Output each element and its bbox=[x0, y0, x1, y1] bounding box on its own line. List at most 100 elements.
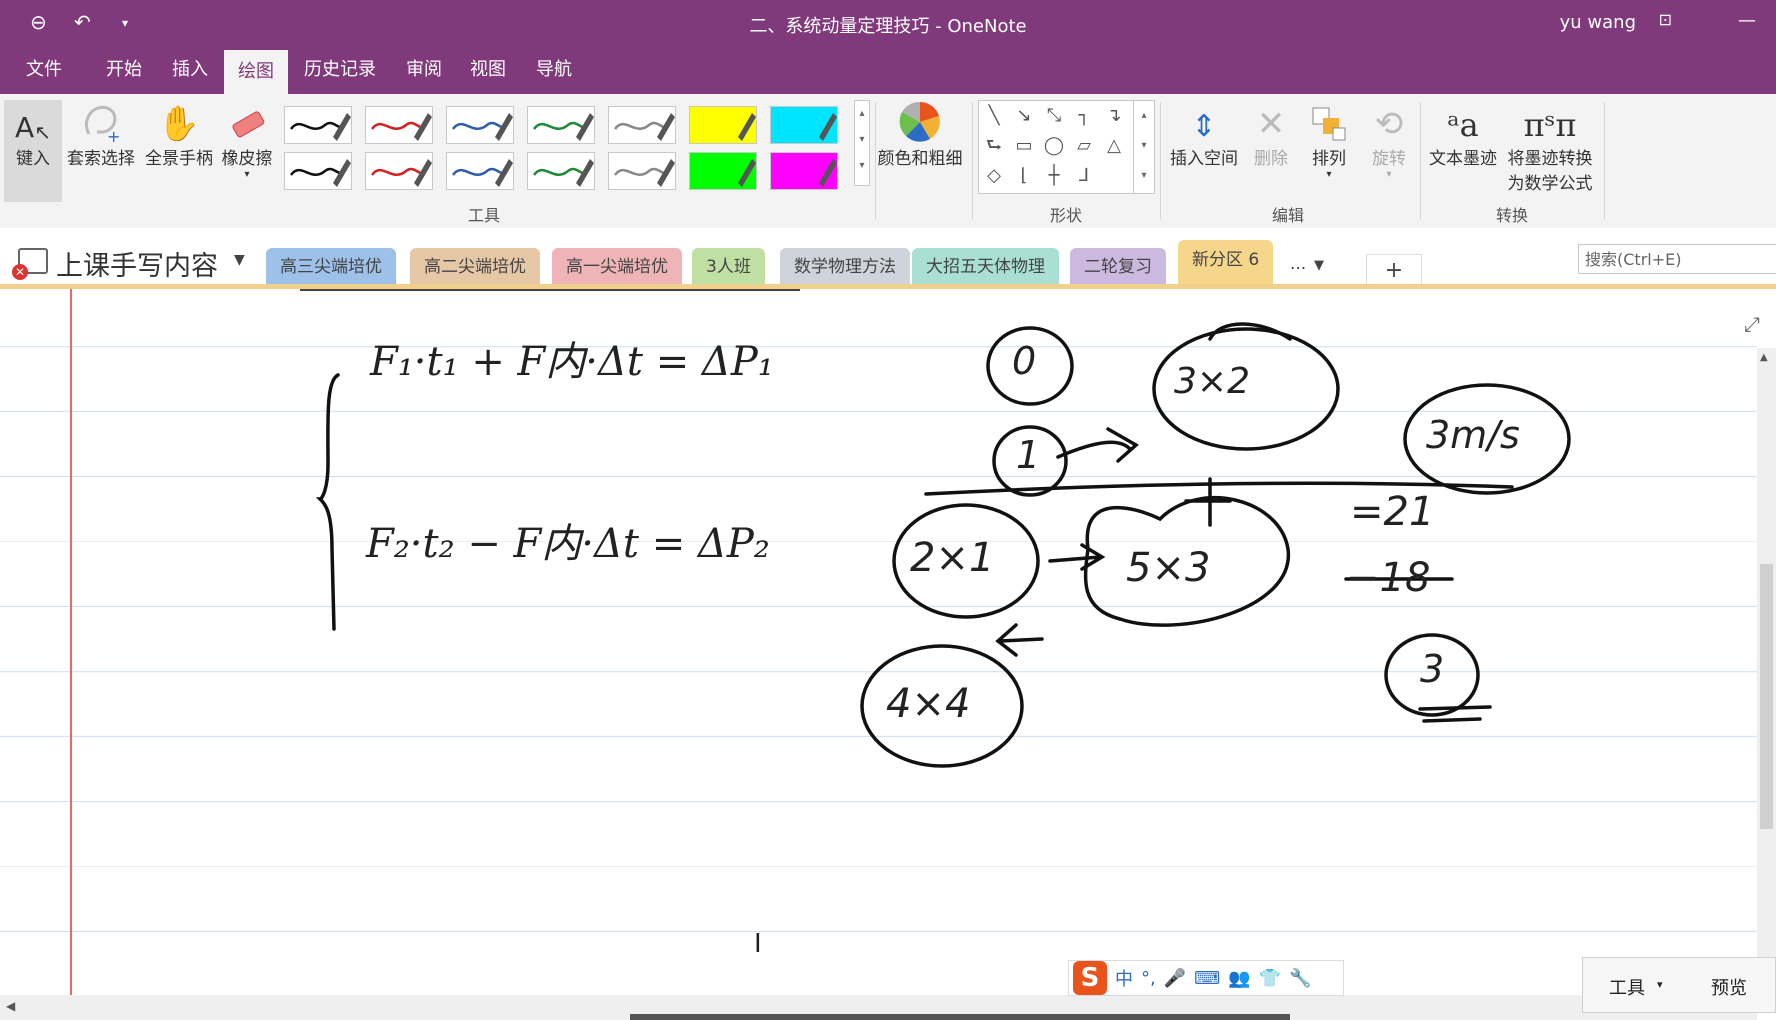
punctuation-icon[interactable]: °, bbox=[1141, 968, 1156, 989]
menu-insert[interactable]: 插入 bbox=[158, 46, 222, 94]
more-sections-button[interactable]: ... bbox=[1290, 254, 1306, 274]
axis-cross-shape-icon[interactable]: ┼ bbox=[1041, 163, 1067, 189]
lasso-select-button[interactable]: + 套索选择 bbox=[64, 100, 138, 169]
scroll-up-icon[interactable]: ▲ bbox=[1760, 352, 1768, 363]
arrow-shape-icon[interactable]: ↘ bbox=[1011, 103, 1037, 129]
color-thickness-button[interactable]: 颜色和粗细 bbox=[874, 100, 966, 169]
menu-history[interactable]: 历史记录 bbox=[290, 46, 390, 94]
type-button[interactable]: A ↖ 键入 bbox=[4, 100, 62, 202]
elbow-double-arrow-shape-icon[interactable]: ⮑ bbox=[981, 133, 1007, 159]
notebook-name[interactable]: 上课手写内容 bbox=[56, 244, 218, 283]
menu-file[interactable]: 文件 bbox=[12, 46, 76, 94]
ribbon: A ↖ 键入 + 套索选择 ✋ 全景手柄 橡皮擦 ▾ ▴ ▾ ▾ 工具 颜色和粗… bbox=[0, 94, 1776, 229]
axis-3d-shape-icon[interactable]: ⅃ bbox=[1071, 163, 1097, 189]
parallelogram-shape-icon[interactable]: ▱ bbox=[1071, 133, 1097, 159]
menu-view[interactable]: 视图 bbox=[456, 46, 520, 94]
pen-swatch[interactable] bbox=[689, 152, 757, 190]
user-name[interactable]: yu wang bbox=[1560, 12, 1636, 33]
shapes-gallery: ╲ ↘ ⤡ ┐ ↴ ⮑ ▭ ◯ ▱ △ ◇ ⌊ ┼ ⅃ ▴ ▾ ▾ bbox=[978, 100, 1155, 194]
ink-to-text-icon: ᵃa bbox=[1447, 106, 1479, 144]
elbow-shape-icon[interactable]: ┐ bbox=[1071, 103, 1097, 129]
scroll-left-icon[interactable]: ◀ bbox=[6, 999, 15, 1013]
ribbon-display-icon[interactable]: ⊡ bbox=[1659, 10, 1672, 29]
pen-swatch[interactable] bbox=[365, 106, 433, 144]
note-page[interactable]: F₁·t₁ + F内·Δt = ΔP₁ F₂·t₂ − F内·Δt = ΔP₂ … bbox=[0, 289, 1757, 995]
delete-label: 删除 bbox=[1254, 149, 1288, 169]
pen-swatch[interactable] bbox=[284, 152, 352, 190]
section-tab[interactable]: 新分区 6 bbox=[1178, 240, 1274, 286]
eraser-dropdown-icon[interactable]: ▾ bbox=[218, 169, 276, 180]
delete-x-icon: ✕ bbox=[1256, 104, 1286, 144]
pen-swatch[interactable] bbox=[527, 106, 595, 144]
eraser-button[interactable]: 橡皮擦 ▾ bbox=[218, 100, 276, 180]
section-tab[interactable]: 高三尖端培优 bbox=[266, 248, 396, 286]
menu-draw[interactable]: 绘图 bbox=[224, 50, 288, 94]
section-tab[interactable]: 二轮复习 bbox=[1070, 248, 1166, 286]
tools-dropdown-icon[interactable]: ▾ bbox=[1657, 978, 1663, 991]
menu-review[interactable]: 审阅 bbox=[392, 46, 456, 94]
tools-button[interactable]: 工具 bbox=[1609, 974, 1645, 1000]
pen-swatch[interactable] bbox=[770, 106, 838, 144]
notebook-dropdown-icon[interactable]: ▼ bbox=[234, 252, 245, 268]
pen-swatch[interactable] bbox=[284, 106, 352, 144]
horizontal-scroll-thumb[interactable] bbox=[630, 1014, 1290, 1020]
pen-swatch[interactable] bbox=[608, 152, 676, 190]
menu-home[interactable]: 开始 bbox=[92, 46, 156, 94]
vertical-scrollbar[interactable]: ▲ bbox=[1757, 348, 1776, 995]
insert-space-button[interactable]: ⇕ 插入空间 bbox=[1164, 100, 1244, 169]
section-tab[interactable]: 数学物理方法 bbox=[780, 248, 910, 286]
rectangle-shape-icon[interactable]: ▭ bbox=[1011, 133, 1037, 159]
ink-to-math-icon: πˢπ bbox=[1523, 106, 1577, 144]
type-cursor-icon: A ↖ bbox=[15, 111, 51, 144]
equation-brace bbox=[315, 373, 340, 631]
menu-navigate[interactable]: 导航 bbox=[522, 46, 586, 94]
pan-hand-button[interactable]: ✋ 全景手柄 bbox=[142, 100, 216, 169]
skin-icon[interactable]: 👕 bbox=[1259, 968, 1281, 989]
triangle-shape-icon[interactable]: △ bbox=[1101, 133, 1127, 159]
pen-swatch[interactable] bbox=[527, 152, 595, 190]
ellipse-shape-icon[interactable]: ◯ bbox=[1041, 133, 1067, 159]
delete-button[interactable]: ✕ 删除 bbox=[1248, 100, 1294, 169]
ink-3x2: 3×2 bbox=[1174, 361, 1250, 402]
diamond-shape-icon[interactable]: ◇ bbox=[981, 163, 1007, 189]
ime-mode-toggle[interactable]: 中 bbox=[1115, 965, 1133, 991]
settings-wrench-icon[interactable]: 🔧 bbox=[1289, 968, 1311, 989]
expand-page-icon[interactable]: ⤢ bbox=[1744, 312, 1760, 336]
ink-3ms: 3m/s bbox=[1426, 413, 1520, 457]
pen-swatch[interactable] bbox=[689, 106, 757, 144]
pen-swatch[interactable] bbox=[446, 152, 514, 190]
vertical-scroll-thumb[interactable] bbox=[1760, 564, 1773, 829]
minimize-icon[interactable]: — bbox=[1738, 10, 1756, 31]
user-center-icon[interactable]: 👥 bbox=[1228, 968, 1250, 989]
preview-button[interactable]: 预览 bbox=[1711, 974, 1747, 1000]
shapes-group-label: 形状 bbox=[1050, 206, 1083, 225]
section-tab[interactable]: 高一尖端培优 bbox=[552, 248, 682, 286]
ink-to-math-button[interactable]: πˢπ 将墨迹转换 为数学公式 bbox=[1502, 100, 1598, 194]
more-sections-dropdown-icon[interactable]: ▼ bbox=[1314, 258, 1324, 273]
separator bbox=[972, 102, 973, 220]
rotate-button[interactable]: ⟲ 旋转 ▾ bbox=[1364, 100, 1414, 180]
sogou-logo-icon[interactable]: S bbox=[1073, 961, 1107, 995]
section-tab[interactable]: 高二尖端培优 bbox=[410, 248, 540, 286]
rotate-dropdown-icon[interactable]: ▾ bbox=[1364, 169, 1414, 180]
pen-swatch[interactable] bbox=[770, 152, 838, 190]
arrange-dropdown-icon[interactable]: ▾ bbox=[1304, 169, 1354, 180]
keyboard-icon[interactable]: ⌨ bbox=[1194, 968, 1220, 989]
horizontal-scrollbar[interactable]: ◀ bbox=[0, 995, 1757, 1020]
section-tab[interactable]: 大招五天体物理 bbox=[912, 248, 1059, 286]
pen-swatch[interactable] bbox=[446, 106, 514, 144]
search-input[interactable]: 搜索(Ctrl+E) bbox=[1578, 244, 1776, 274]
pen-gallery-scroll[interactable]: ▴ ▾ ▾ bbox=[854, 100, 870, 186]
pen-swatch[interactable] bbox=[608, 106, 676, 144]
microphone-icon[interactable]: 🎤 bbox=[1164, 968, 1186, 989]
section-tab[interactable]: 3人班 bbox=[692, 248, 765, 286]
add-section-button[interactable]: + bbox=[1366, 254, 1422, 287]
pen-swatch[interactable] bbox=[365, 152, 433, 190]
elbow-arrow-shape-icon[interactable]: ↴ bbox=[1101, 103, 1127, 129]
line-shape-icon[interactable]: ╲ bbox=[981, 103, 1007, 129]
ink-to-text-button[interactable]: ᵃa 文本墨迹 bbox=[1426, 100, 1500, 169]
arrange-button[interactable]: 排列 ▾ bbox=[1304, 100, 1354, 180]
shapes-scroll[interactable]: ▴ ▾ ▾ bbox=[1133, 101, 1154, 193]
double-arrow-shape-icon[interactable]: ⤡ bbox=[1041, 103, 1067, 129]
axis-2d-shape-icon[interactable]: ⌊ bbox=[1011, 163, 1037, 189]
